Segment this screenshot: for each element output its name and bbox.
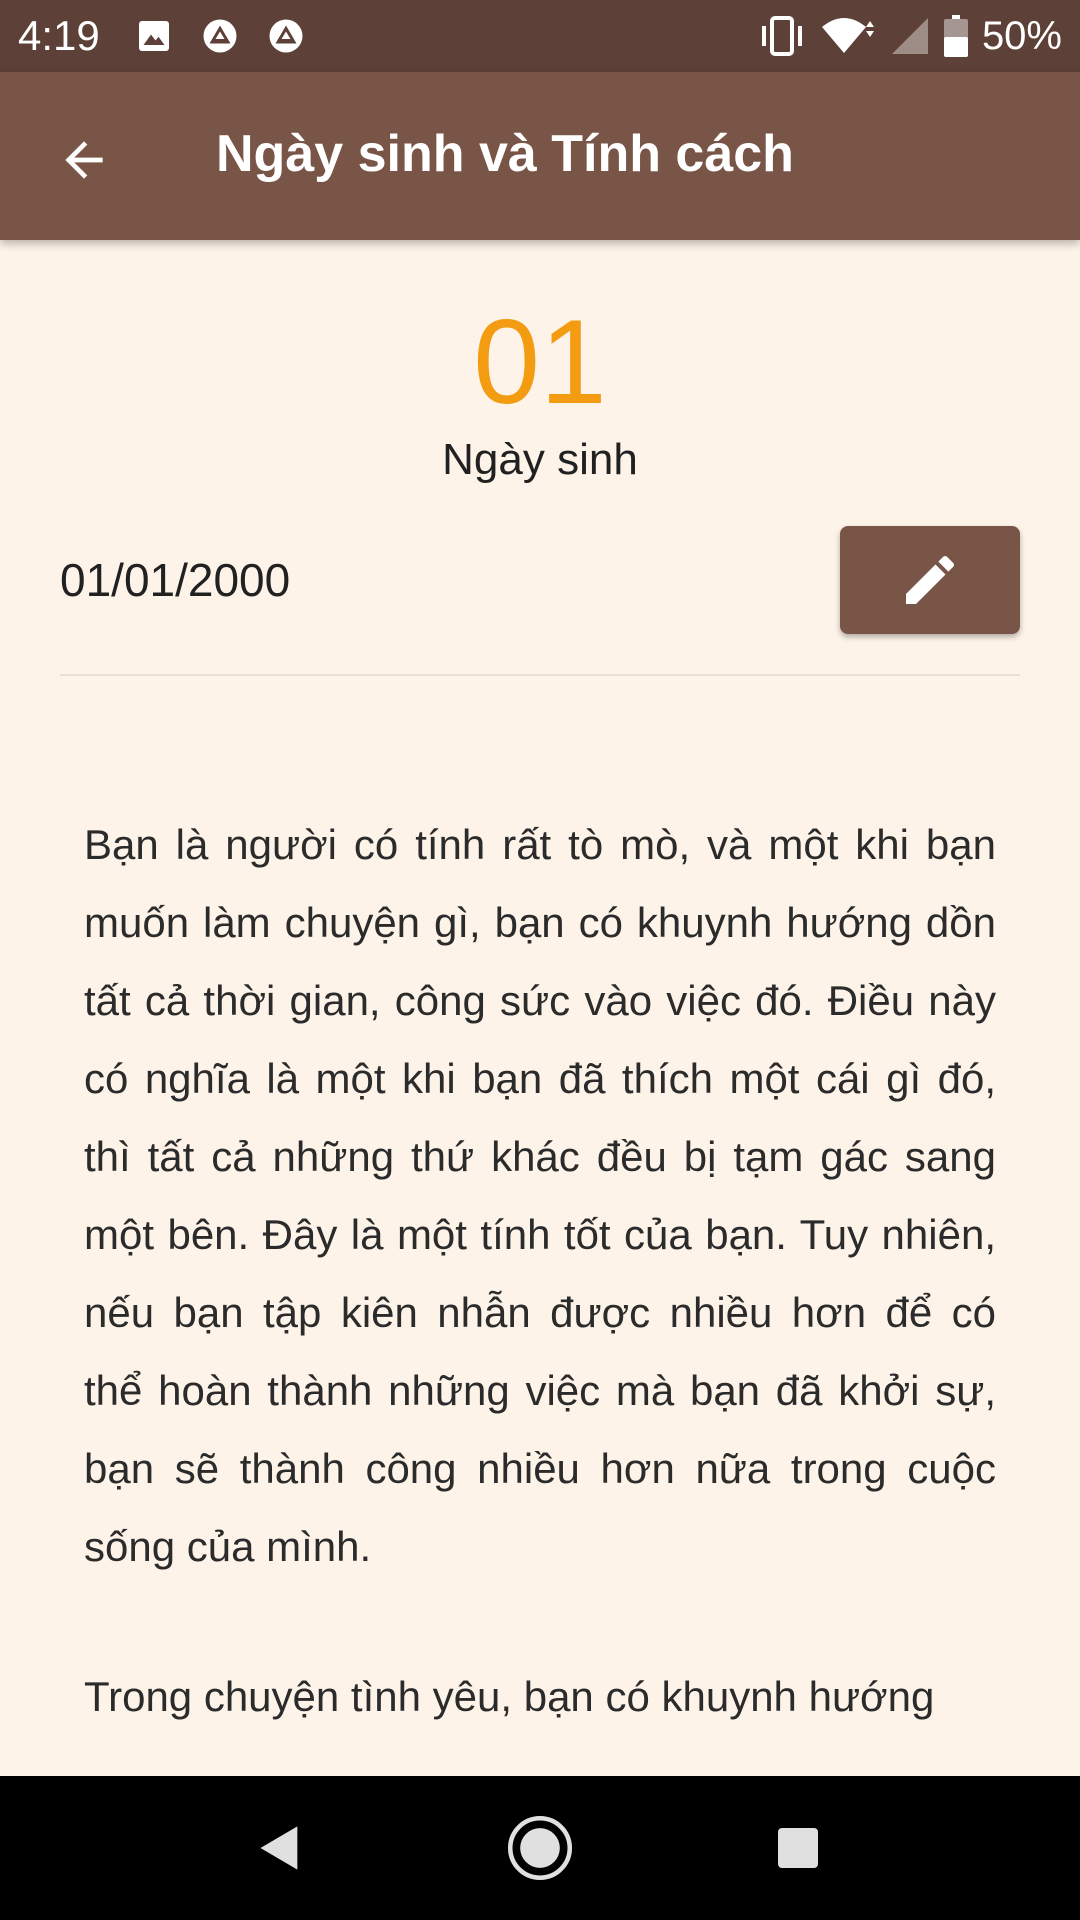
page-title: Ngày sinh và Tính cách <box>216 125 794 183</box>
arrow-back-icon <box>65 141 103 179</box>
battery-percent: 50% <box>981 14 1062 58</box>
nav-back-icon <box>260 1826 298 1870</box>
birth-date-value: 01/01/2000 <box>60 554 291 606</box>
edit-date-button[interactable] <box>840 526 1020 634</box>
nav-home-button[interactable] <box>500 1808 580 1888</box>
nav-recents-icon <box>778 1828 818 1868</box>
nav-back-button[interactable] <box>240 1808 320 1888</box>
nav-recents-button[interactable] <box>758 1808 838 1888</box>
divider <box>60 674 1020 676</box>
image-icon <box>139 21 169 51</box>
day-label: Ngày sinh <box>442 435 638 484</box>
status-bar: 4:19 50% <box>0 0 1080 72</box>
nav-home-icon <box>507 1815 573 1881</box>
battery-icon <box>943 15 968 57</box>
app-notification-icon <box>203 19 237 53</box>
signal-icon <box>891 18 928 54</box>
app-bar: Ngày sinh và Tính cách <box>0 72 1080 240</box>
back-button[interactable] <box>40 116 128 204</box>
wifi-icon <box>821 18 874 53</box>
navigation-bar <box>0 1776 1080 1920</box>
love-paragraph: Trong chuyện tình yêu, bạn có khuynh hướ… <box>84 1673 935 1720</box>
personality-paragraph: Bạn là người có tính rất tò mò, và một k… <box>84 821 996 1570</box>
vibrate-icon <box>761 16 802 56</box>
status-time: 4:19 <box>18 12 100 59</box>
day-number: 01 <box>473 295 607 429</box>
app-notification-icon <box>269 19 303 53</box>
pencil-icon <box>906 555 955 604</box>
